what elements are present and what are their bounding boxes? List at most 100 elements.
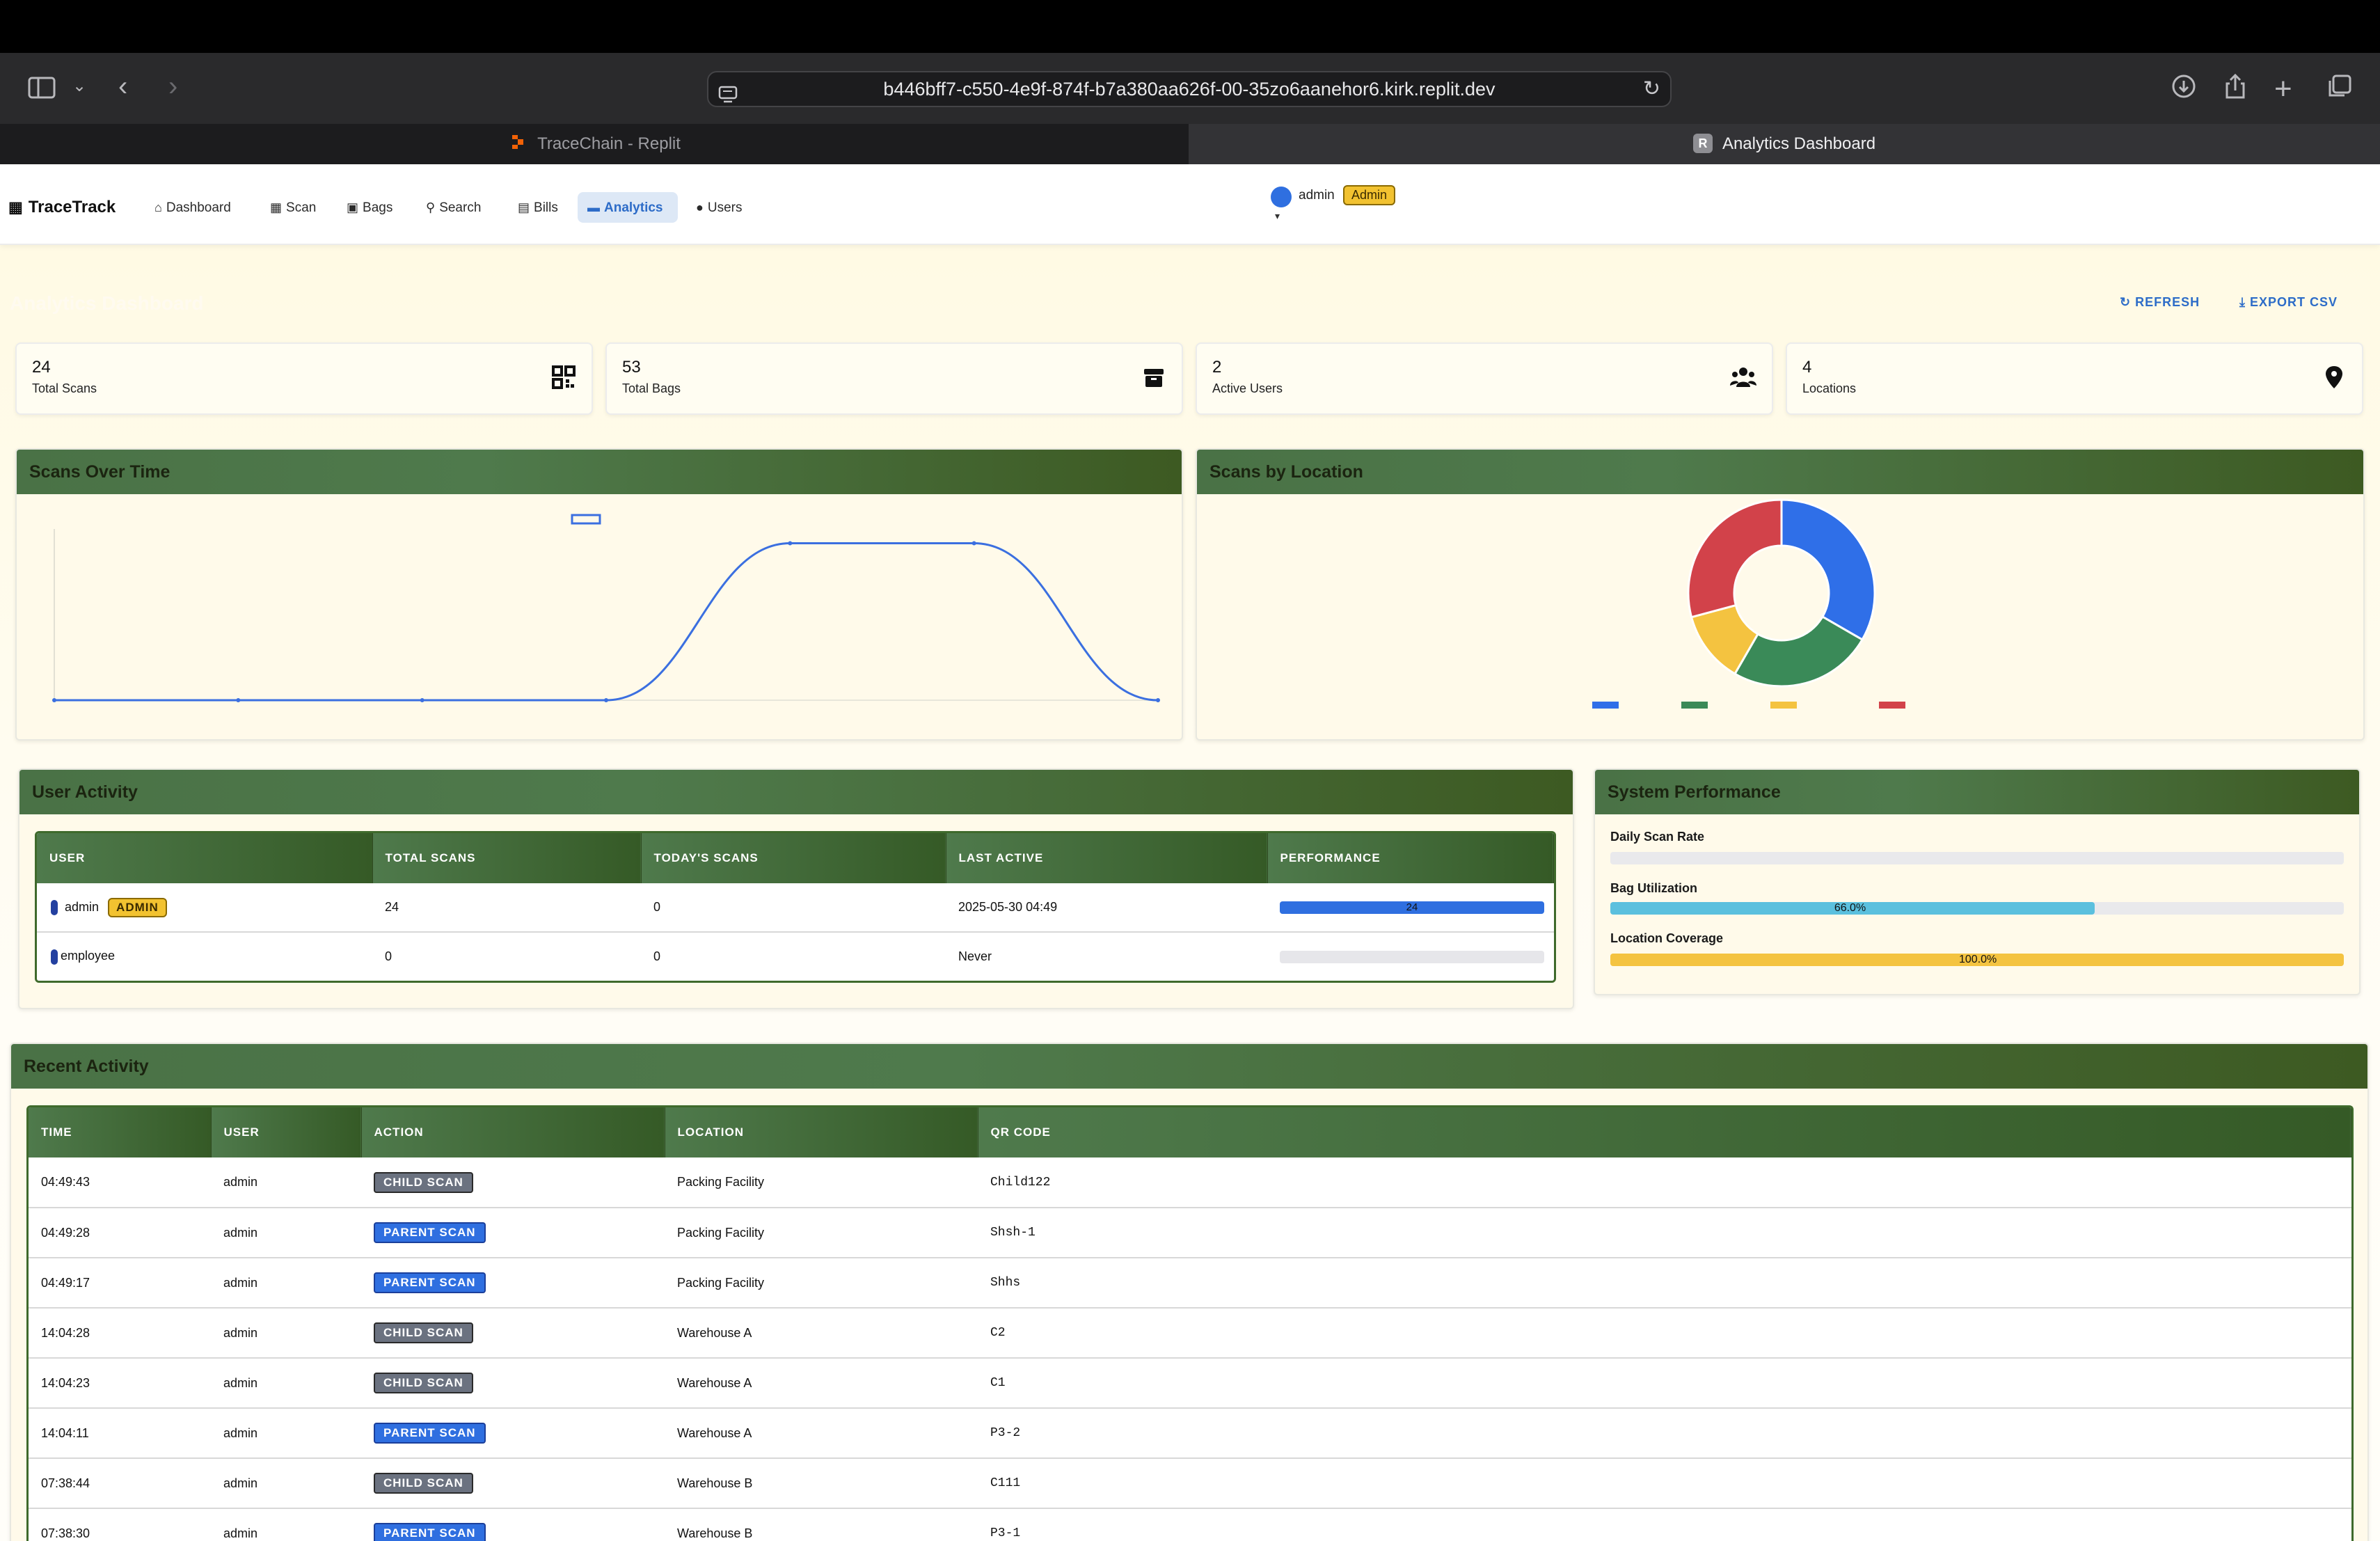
refresh-icon: ↻ (2120, 295, 2132, 309)
table-row[interactable]: 14:04:23 admin CHILD SCAN Warehouse A C1 (29, 1358, 2351, 1409)
address-bar[interactable]: b446bff7-c550-4e9f-874f-b7a380aa626f-00-… (707, 71, 1672, 107)
map-pin-icon (2326, 366, 2342, 388)
table-row[interactable]: employee 0 0 Never (37, 932, 1554, 981)
caret-down-icon: ▾ (1275, 210, 1280, 221)
nav-search[interactable]: ⚲ Search (419, 192, 488, 223)
metric-label-location-coverage: Location Coverage (1610, 931, 1724, 945)
data-point[interactable] (420, 698, 425, 702)
time-cell: 04:49:28 (29, 1208, 211, 1258)
location-cell: Packing Facility (665, 1258, 978, 1309)
pie-slice[interactable] (1687, 498, 1783, 619)
stat-card-total-bags: 53 Total Bags (605, 342, 1183, 415)
table-row[interactable]: 04:49:17 admin PARENT SCAN Packing Facility… (29, 1258, 2351, 1309)
table-row[interactable]: 07:38:30 admin PARENT SCAN Warehouse B P3-1 (29, 1508, 2351, 1541)
username: admin (1299, 188, 1335, 203)
user-cell: admin (211, 1408, 361, 1459)
stat-value: 53 (622, 358, 641, 377)
action-badge: CHILD SCAN (374, 1473, 473, 1494)
legend-swatch[interactable] (1681, 702, 1708, 709)
data-point[interactable] (52, 698, 56, 702)
brand[interactable]: ▦ TraceTrack (8, 192, 116, 223)
stat-card-locations: 4 Locations (1786, 342, 2363, 415)
series-line (54, 542, 1159, 702)
export-csv-button[interactable]: ⤓ EXPORT CSV (2239, 295, 2338, 310)
col-action[interactable]: ACTION (361, 1107, 665, 1157)
data-point[interactable] (236, 698, 241, 702)
url-text[interactable]: b446bff7-c550-4e9f-874f-b7a380aa626f-00-… (883, 79, 1495, 100)
nav-bills[interactable]: ▤ Bills (511, 192, 565, 223)
metric-bar-bag-utilization: 66.0% (1610, 902, 2344, 915)
page-settings-icon[interactable] (718, 81, 738, 114)
data-point[interactable] (1156, 698, 1160, 702)
download-icon[interactable] (2171, 74, 2196, 103)
nav-bags[interactable]: ▣ Bags (340, 192, 399, 223)
pie-slice[interactable] (1780, 498, 1876, 642)
time-cell: 07:38:30 (29, 1508, 211, 1541)
nav-scan[interactable]: ▦ Scan (263, 192, 323, 223)
action-badge: CHILD SCAN (374, 1373, 473, 1393)
col-qr-code[interactable]: QR CODE (978, 1107, 2351, 1157)
table-row[interactable]: 14:04:28 admin CHILD SCAN Warehouse A C2 (29, 1308, 2351, 1359)
col-user[interactable]: USER (37, 833, 373, 883)
card-title: Recent Activity (11, 1044, 2367, 1089)
forward-icon[interactable]: › (168, 72, 177, 100)
total-scans-cell: 24 (372, 883, 641, 933)
legend-swatch[interactable] (1879, 702, 1905, 709)
tab-tracechain[interactable]: TraceChain - Replit (0, 124, 1189, 164)
tab-analytics-dashboard[interactable]: R Analytics Dashboard (1189, 124, 2380, 164)
time-cell: 14:04:11 (29, 1408, 211, 1459)
action-cell: PARENT SCAN (361, 1208, 665, 1258)
back-icon[interactable]: ‹ (118, 72, 127, 100)
legend-swatch[interactable] (1592, 702, 1619, 709)
brand-name: TraceTrack (28, 198, 116, 216)
share-icon[interactable] (2223, 72, 2248, 104)
data-point[interactable] (971, 541, 976, 546)
nav-dashboard[interactable]: ⌂ Dashboard (148, 192, 238, 223)
table-row[interactable]: 04:49:28 admin PARENT SCAN Packing Facility… (29, 1208, 2351, 1258)
tab-overview-icon[interactable] (2327, 74, 2352, 103)
performance-bar (1280, 950, 1544, 963)
chart-icon: ▬ (587, 200, 600, 214)
recent-activity-card: Recent Activity TIME USER ACTION LOCATIO… (10, 1043, 2369, 1541)
tab-label: Analytics Dashboard (1722, 134, 1876, 153)
table-row[interactable]: 04:49:43 admin CHILD SCAN Packing Facility C… (29, 1157, 2351, 1208)
nav-users[interactable]: ● Users (689, 192, 749, 223)
col-time[interactable]: TIME (29, 1107, 212, 1157)
chevron-down-icon[interactable]: ⌄ (72, 78, 86, 95)
users-icon (1730, 368, 1756, 387)
data-point[interactable] (788, 541, 793, 546)
stat-label: Locations (1802, 381, 1857, 395)
reload-icon[interactable]: ↻ (1643, 72, 1660, 106)
qr-code-cell: Shsh-1 (978, 1208, 2351, 1258)
col-total-scans[interactable]: TOTAL SCANS (372, 833, 642, 883)
col-location[interactable]: LOCATION (665, 1107, 978, 1157)
table-row[interactable]: 07:38:44 admin CHILD SCAN Warehouse B C111 (29, 1458, 2351, 1509)
location-cell: Packing Facility (665, 1208, 978, 1258)
qr-code-cell: P3-2 (978, 1408, 2351, 1459)
col-user[interactable]: USER (211, 1107, 362, 1157)
boxes-icon: ▣ (347, 200, 359, 214)
action-cell: CHILD SCAN (361, 1458, 665, 1509)
sidebar-toggle-icon[interactable] (28, 77, 56, 103)
performance-cell (1267, 932, 1554, 981)
time-cell: 07:38:44 (29, 1458, 211, 1509)
location-cell: Warehouse A (665, 1308, 978, 1359)
col-todays-scans[interactable]: TODAY'S SCANS (641, 833, 946, 883)
stat-value: 24 (32, 358, 51, 377)
col-performance[interactable]: PERFORMANCE (1267, 833, 1554, 883)
last-active-cell: 2025-05-30 04:49 (946, 883, 1267, 933)
col-last-active[interactable]: LAST ACTIVE (946, 833, 1268, 883)
new-tab-icon[interactable]: + (2274, 74, 2292, 104)
nav-analytics[interactable]: ▬ Analytics (578, 192, 678, 223)
table-row[interactable]: 14:04:11 admin PARENT SCAN Warehouse A P3-2 (29, 1408, 2351, 1459)
table-row[interactable]: admin ADMIN 24 0 2025-05-30 04:49 24 (37, 883, 1554, 933)
performance-label: 24 (1406, 901, 1418, 913)
action-cell: CHILD SCAN (361, 1157, 665, 1208)
refresh-button[interactable]: ↻ REFRESH (2120, 295, 2200, 310)
action-cell: PARENT SCAN (361, 1408, 665, 1459)
stat-label: Total Scans (32, 381, 97, 395)
data-point[interactable] (604, 698, 608, 702)
user-cell: admin ADMIN (37, 883, 372, 933)
scans-over-time-chart (52, 514, 1160, 702)
legend-swatch[interactable] (1770, 702, 1797, 709)
